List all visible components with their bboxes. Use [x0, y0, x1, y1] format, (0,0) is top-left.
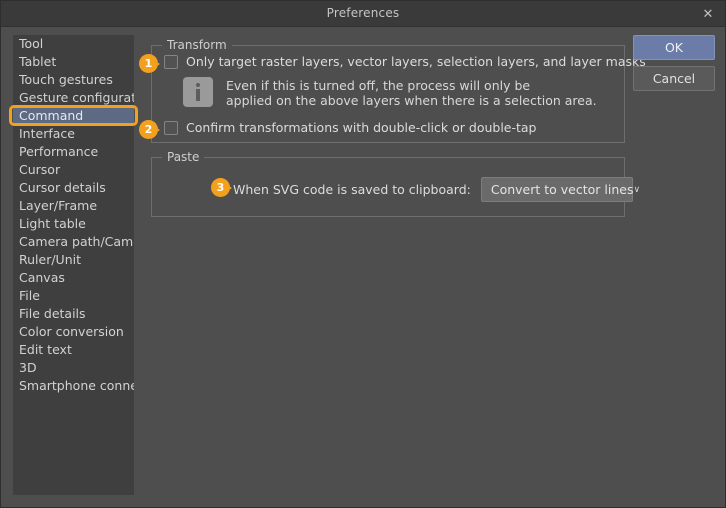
checkbox-only-target-box[interactable] — [164, 54, 178, 69]
sidebar-item-tool[interactable]: Tool — [13, 35, 134, 53]
preferences-dialog: Preferences ✕ Tool Tablet Touch gestures Ge… — [0, 0, 726, 508]
transform-group-label: Transform — [162, 38, 232, 52]
sidebar-item-file[interactable]: File — [13, 287, 134, 305]
sidebar-item-tablet[interactable]: Tablet — [13, 53, 134, 71]
sidebar-item-command[interactable]: Command — [13, 107, 134, 125]
svg-clipboard-row: When SVG code is saved to clipboard: Con… — [233, 177, 640, 202]
sidebar-item-color-conversion[interactable]: Color conversion — [13, 323, 134, 341]
sidebar-item-gesture-configuration[interactable]: Gesture configuration — [13, 89, 134, 107]
checkbox-confirm-transformations-label: Confirm transformations with double-clic… — [186, 120, 537, 135]
transform-info-note: Even if this is turned off, the process … — [183, 77, 597, 108]
svg-clipboard-select-value: Convert to vector lines — [490, 182, 634, 197]
close-icon[interactable]: ✕ — [693, 2, 723, 26]
chevron-down-icon: ∨ — [633, 184, 641, 195]
sidebar-item-camera-path-camera[interactable]: Camera path/Camera — [13, 233, 134, 251]
sidebar-item-interface[interactable]: Interface — [13, 125, 134, 143]
window-title: Preferences — [326, 6, 400, 20]
svg-clipboard-select[interactable]: Convert to vector lines ∨ — [480, 177, 640, 202]
transform-info-line1: Even if this is turned off, the process … — [226, 78, 531, 93]
svg-clipboard-label: When SVG code is saved to clipboard: — [233, 182, 471, 197]
titlebar: Preferences ✕ — [1, 1, 725, 27]
ok-button[interactable]: OK — [633, 35, 715, 60]
sidebar-item-cursor-details[interactable]: Cursor details — [13, 179, 134, 197]
sidebar-item-edit-text[interactable]: Edit text — [13, 341, 134, 359]
sidebar-item-layer-frame[interactable]: Layer/Frame — [13, 197, 134, 215]
checkbox-confirm-transformations[interactable]: Confirm transformations with double-clic… — [164, 120, 537, 135]
category-list[interactable]: Tool Tablet Touch gestures Gesture configur… — [13, 35, 134, 495]
sidebar-item-light-table[interactable]: Light table — [13, 215, 134, 233]
checkbox-only-target[interactable]: Only target raster layers, vector layers… — [164, 54, 646, 69]
sidebar-item-3d[interactable]: 3D — [13, 359, 134, 377]
sidebar-item-ruler-unit[interactable]: Ruler/Unit — [13, 251, 134, 269]
checkbox-confirm-transformations-box[interactable] — [164, 120, 178, 135]
cancel-button[interactable]: Cancel — [633, 66, 715, 91]
checkbox-only-target-label: Only target raster layers, vector layers… — [186, 54, 646, 69]
sidebar-item-file-details[interactable]: File details — [13, 305, 134, 323]
transform-info-line2: applied on the above layers when there i… — [226, 93, 597, 108]
sidebar-item-cursor[interactable]: Cursor — [13, 161, 134, 179]
sidebar-item-canvas[interactable]: Canvas — [13, 269, 134, 287]
paste-group-label: Paste — [162, 150, 205, 164]
info-icon — [183, 77, 213, 107]
sidebar-item-performance[interactable]: Performance — [13, 143, 134, 161]
sidebar-item-smartphone-connection[interactable]: Smartphone connection — [13, 377, 134, 395]
sidebar-item-touch-gestures[interactable]: Touch gestures — [13, 71, 134, 89]
transform-info-text: Even if this is turned off, the process … — [226, 77, 597, 108]
